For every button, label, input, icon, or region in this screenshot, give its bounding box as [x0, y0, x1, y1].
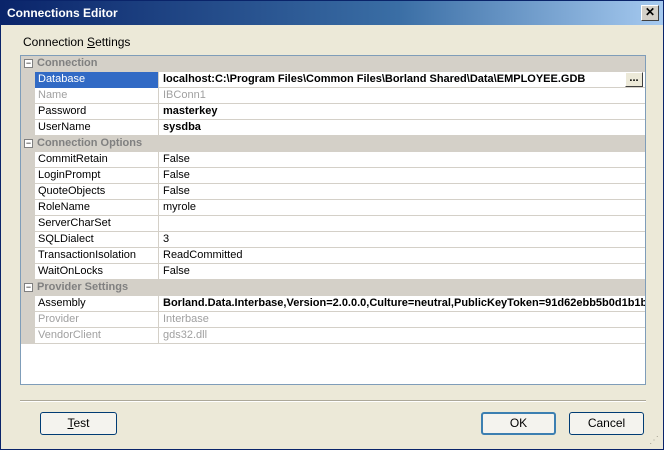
property-name[interactable]: RoleName	[35, 200, 159, 216]
property-value[interactable]: myrole	[160, 200, 645, 216]
property-name[interactable]: WaitOnLocks	[35, 264, 159, 280]
title-bar[interactable]: Connections Editor ✕	[1, 1, 663, 25]
property-value[interactable]	[160, 216, 645, 232]
category-label: Connection	[37, 57, 98, 69]
property-name[interactable]: Database	[35, 72, 159, 88]
ok-button[interactable]: OK	[481, 412, 556, 435]
property-row-transactionisolation[interactable]: TransactionIsolation ReadCommitted	[21, 248, 645, 264]
property-value[interactable]: sysdba	[160, 120, 645, 136]
property-row-password[interactable]: Password masterkey	[21, 104, 645, 120]
property-name[interactable]: QuoteObjects	[35, 184, 159, 200]
property-value[interactable]: False	[160, 184, 645, 200]
collapse-icon[interactable]: −	[24, 59, 33, 68]
property-value[interactable]: ReadCommitted	[160, 248, 645, 264]
row-gutter	[21, 168, 35, 184]
row-gutter	[21, 248, 35, 264]
property-value[interactable]: localhost:C:\Program Files\Common Files\…	[160, 72, 645, 88]
category-label: Provider Settings	[37, 281, 129, 293]
connections-editor-window: Connections Editor ✕ Connection Settings…	[0, 0, 664, 450]
row-gutter	[21, 216, 35, 232]
property-row-vendorclient[interactable]: VendorClient gds32.dll	[21, 328, 645, 344]
row-gutter	[21, 328, 35, 344]
property-value: Interbase	[163, 313, 209, 325]
property-name[interactable]: CommitRetain	[35, 152, 159, 168]
property-row-provider[interactable]: Provider Interbase	[21, 312, 645, 328]
row-gutter	[21, 296, 35, 312]
property-name[interactable]: Name	[35, 88, 159, 104]
property-value[interactable]: masterkey	[160, 104, 645, 120]
test-button[interactable]: Test	[40, 412, 117, 435]
connection-settings-label: Connection Settings	[23, 35, 131, 49]
collapse-icon[interactable]: −	[24, 283, 33, 292]
close-icon: ✕	[644, 5, 656, 19]
row-gutter	[21, 200, 35, 216]
property-name[interactable]: TransactionIsolation	[35, 248, 159, 264]
category-row[interactable]: − Provider Settings	[21, 280, 645, 296]
row-gutter	[21, 232, 35, 248]
property-value[interactable]: False	[160, 264, 645, 280]
row-gutter	[21, 152, 35, 168]
window-title: Connections Editor	[7, 6, 118, 20]
property-name[interactable]: Assembly	[35, 296, 159, 312]
property-name[interactable]: UserName	[35, 120, 159, 136]
property-name[interactable]: Provider	[35, 312, 159, 328]
property-name[interactable]: ServerCharSet	[35, 216, 159, 232]
property-row-servercharset[interactable]: ServerCharSet	[21, 216, 645, 232]
row-gutter	[21, 88, 35, 104]
property-name[interactable]: SQLDialect	[35, 232, 159, 248]
row-gutter	[21, 184, 35, 200]
property-name[interactable]: VendorClient	[35, 328, 159, 344]
row-gutter	[21, 264, 35, 280]
row-gutter	[21, 72, 35, 88]
property-value[interactable]: False	[160, 168, 645, 184]
property-grid[interactable]: − Connection Database localhost:C:\Program …	[20, 55, 646, 385]
property-name[interactable]: LoginPrompt	[35, 168, 159, 184]
property-value: IBConn1	[163, 89, 206, 101]
property-name[interactable]: Password	[35, 104, 159, 120]
resize-grip-icon[interactable]: ⋰	[649, 435, 661, 447]
property-row-sqldialect[interactable]: SQLDialect 3	[21, 232, 645, 248]
close-button[interactable]: ✕	[641, 5, 659, 21]
property-row-waitonlocks[interactable]: WaitOnLocks False	[21, 264, 645, 280]
browse-ellipsis-button[interactable]: ...	[625, 72, 643, 87]
property-row-quoteobjects[interactable]: QuoteObjects False	[21, 184, 645, 200]
row-gutter	[21, 312, 35, 328]
property-row-username[interactable]: UserName sysdba	[21, 120, 645, 136]
category-row[interactable]: − Connection Options	[21, 136, 645, 152]
property-row-database[interactable]: Database localhost:C:\Program Files\Commo…	[21, 72, 645, 88]
dialog-divider	[20, 400, 646, 402]
property-row-commitretain[interactable]: CommitRetain False	[21, 152, 645, 168]
cancel-button[interactable]: Cancel	[569, 412, 644, 435]
property-row-rolename[interactable]: RoleName myrole	[21, 200, 645, 216]
property-row-assembly[interactable]: Assembly Borland.Data.Interbase,Version=2…	[21, 296, 645, 312]
property-value: gds32.dll	[163, 329, 208, 341]
category-row[interactable]: − Connection	[21, 56, 645, 72]
property-value[interactable]: Borland.Data.Interbase,Version=2.0.0.0,C…	[160, 296, 645, 312]
category-label: Connection Options	[37, 137, 143, 149]
property-value[interactable]: False	[160, 152, 645, 168]
row-gutter	[21, 104, 35, 120]
property-row-loginprompt[interactable]: LoginPrompt False	[21, 168, 645, 184]
row-gutter	[21, 120, 35, 136]
property-row-name[interactable]: Name IBConn1	[21, 88, 645, 104]
property-value[interactable]: 3	[160, 232, 645, 248]
collapse-icon[interactable]: −	[24, 139, 33, 148]
